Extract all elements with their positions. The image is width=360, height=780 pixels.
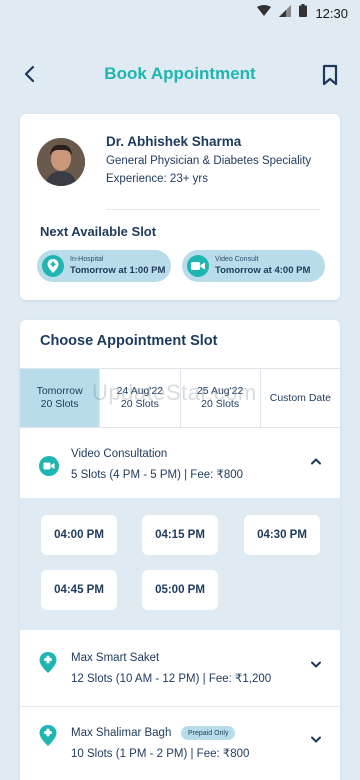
time-slot-panel: 04:00 PM 04:15 PM 04:30 PM 04:45 PM 05:0… — [20, 498, 340, 630]
video-consult-time: Tomorrow at 4:00 PM — [215, 265, 311, 276]
video-consultation-summary: 5 Slots (4 PM - 5 PM) | Fee: ₹800 — [71, 469, 244, 481]
status-time: 12:30 — [315, 5, 348, 21]
hospital-summary: 10 Slots (1 PM - 2 PM) | Fee: ₹800 — [71, 748, 250, 760]
date-tab-label: Tomorrow — [36, 385, 83, 397]
bookmark-icon[interactable] — [320, 64, 340, 86]
divider — [106, 209, 320, 210]
date-tab-label: 24 Aug'22 — [116, 385, 164, 397]
date-tab-count: 20 Slots — [40, 398, 79, 410]
in-hospital-time: Tomorrow at 1:00 PM — [70, 265, 166, 276]
hospital-row-max-smart-saket[interactable]: Max Smart Saket 12 Slots (10 AM - 12 PM)… — [20, 640, 340, 706]
video-consult-label: Video Consult — [215, 256, 259, 263]
appointment-slot-card: Choose Appointment Slot Tomorrow 20 Slot… — [20, 320, 340, 780]
date-tabs: Tomorrow 20 Slots 24 Aug'22 20 Slots 25 … — [20, 368, 340, 428]
signal-icon — [279, 4, 292, 22]
doctor-avatar — [37, 138, 85, 186]
hospital-location-icon — [42, 255, 64, 277]
battery-icon — [299, 4, 308, 22]
video-camera-icon — [187, 255, 209, 277]
date-tab-label: Custom Date — [269, 391, 332, 404]
page-title: Book Appointment — [104, 64, 256, 83]
doctor-experience: Experience: 23+ yrs — [106, 173, 208, 185]
hospital-row-max-shalimar-bagh[interactable]: Max Shalimar Bagh Prepaid Only 10 Slots … — [20, 707, 340, 780]
doctor-card: Dr. Abhishek Sharma General Physician & … — [20, 114, 340, 300]
hospital-location-icon — [39, 652, 59, 673]
hospital-name: Max Shalimar Bagh — [71, 727, 172, 739]
time-slot-button[interactable]: 04:15 PM — [142, 515, 218, 555]
date-tab-25-aug[interactable]: 25 Aug'22 20 Slots — [181, 369, 261, 427]
prepaid-only-badge: Prepaid Only — [181, 726, 236, 740]
date-tab-count: 20 Slots — [120, 398, 159, 410]
date-tab-count: 20 Slots — [201, 398, 240, 410]
time-slot-button[interactable]: 05:00 PM — [142, 570, 218, 610]
video-consult-slot-button[interactable]: Video Consult Tomorrow at 4:00 PM — [182, 250, 325, 282]
hospital-summary: 12 Slots (10 AM - 12 PM) | Fee: ₹1,200 — [71, 673, 272, 685]
chevron-down-icon[interactable] — [310, 656, 322, 668]
in-hospital-slot-button[interactable]: In-Hospital Tomorrow at 1:00 PM — [37, 250, 171, 282]
doctor-name: Dr. Abhishek Sharma — [106, 134, 242, 149]
video-consultation-row[interactable]: Video Consultation 5 Slots (4 PM - 5 PM)… — [20, 440, 340, 498]
video-camera-icon — [39, 456, 59, 476]
wifi-icon — [257, 4, 272, 22]
status-bar: 12:30 — [0, 0, 360, 26]
slot-card-title: Choose Appointment Slot — [40, 333, 218, 349]
top-app-bar: Book Appointment — [0, 50, 360, 98]
date-tab-label: 25 Aug'22 — [196, 385, 244, 397]
chevron-down-icon[interactable] — [310, 731, 322, 743]
video-consultation-title: Video Consultation — [71, 448, 168, 460]
time-slot-button[interactable]: 04:30 PM — [244, 515, 320, 555]
time-slot-button[interactable]: 04:45 PM — [41, 570, 117, 610]
hospital-name: Max Smart Saket — [71, 652, 160, 664]
date-tab-24-aug[interactable]: 24 Aug'22 20 Slots — [100, 369, 181, 427]
doctor-specialty: General Physician & Diabetes Speciality — [106, 155, 312, 167]
chevron-up-icon[interactable] — [310, 452, 322, 465]
next-slot-title: Next Available Slot — [40, 224, 157, 239]
time-slot-button[interactable]: 04:00 PM — [41, 515, 117, 555]
in-hospital-label: In-Hospital — [70, 256, 104, 263]
hospital-location-icon — [39, 725, 59, 746]
date-tab-tomorrow[interactable]: Tomorrow 20 Slots — [20, 369, 101, 427]
date-tab-custom[interactable]: Custom Date — [261, 369, 340, 427]
